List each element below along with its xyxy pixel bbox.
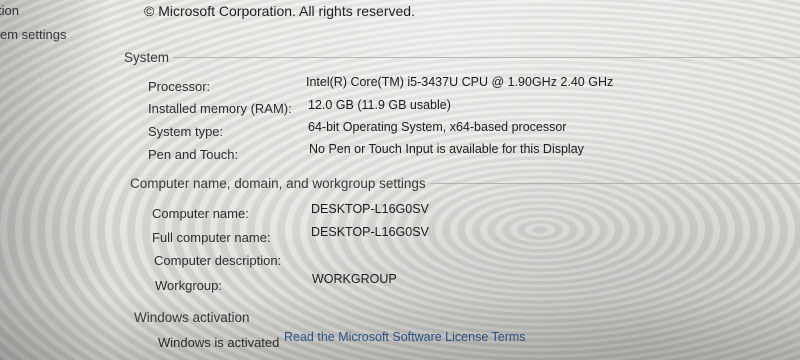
computer-name-value: DESKTOP-L16G0SV [311, 202, 429, 216]
computer-description-label: Computer description: [154, 253, 282, 268]
pen-and-touch-value: No Pen or Touch Input is available for t… [309, 142, 584, 156]
section-divider [429, 183, 800, 184]
installed-memory-value: 12.0 GB (11.9 GB usable) [308, 98, 451, 112]
left-nav-item-protection[interactable]: tion [0, 3, 19, 18]
left-nav-pane: tion em settings [0, 0, 110, 360]
copyright-text: © Microsoft Corporation. All rights rese… [144, 3, 415, 19]
pen-and-touch-label: Pen and Touch: [148, 147, 239, 162]
workgroup-label: Workgroup: [155, 278, 222, 293]
windows-activation-section-title: Windows activation [134, 310, 250, 325]
processor-value: Intel(R) Core(TM) i5-3437U CPU @ 1.90GHz… [306, 75, 614, 89]
system-section-title: System [124, 50, 170, 65]
system-type-value: 64-bit Operating System, x64-based proce… [308, 120, 567, 134]
full-computer-name-label: Full computer name: [152, 230, 271, 245]
workgroup-value: WORKGROUP [312, 272, 397, 286]
windows-activation-section-header: Windows activation [134, 310, 250, 325]
computer-name-section-title: Computer name, domain, and workgroup set… [130, 176, 426, 191]
system-type-label: System type: [148, 124, 224, 139]
computer-name-section-header: Computer name, domain, and workgroup set… [130, 176, 800, 191]
full-computer-name-value: DESKTOP-L16G0SV [311, 225, 429, 239]
activation-status-text: Windows is activated [158, 335, 280, 350]
processor-label: Processor: [148, 79, 211, 94]
system-section-header: System [124, 50, 800, 65]
installed-memory-label: Installed memory (RAM): [148, 101, 292, 116]
system-properties-window: tion em settings © Microsoft Corporation… [0, 0, 800, 360]
license-terms-link[interactable]: Read the Microsoft Software License Term… [284, 330, 526, 344]
left-nav-item-advanced-system-settings[interactable]: em settings [0, 27, 66, 42]
computer-name-label: Computer name: [152, 206, 249, 221]
section-divider [173, 57, 800, 58]
